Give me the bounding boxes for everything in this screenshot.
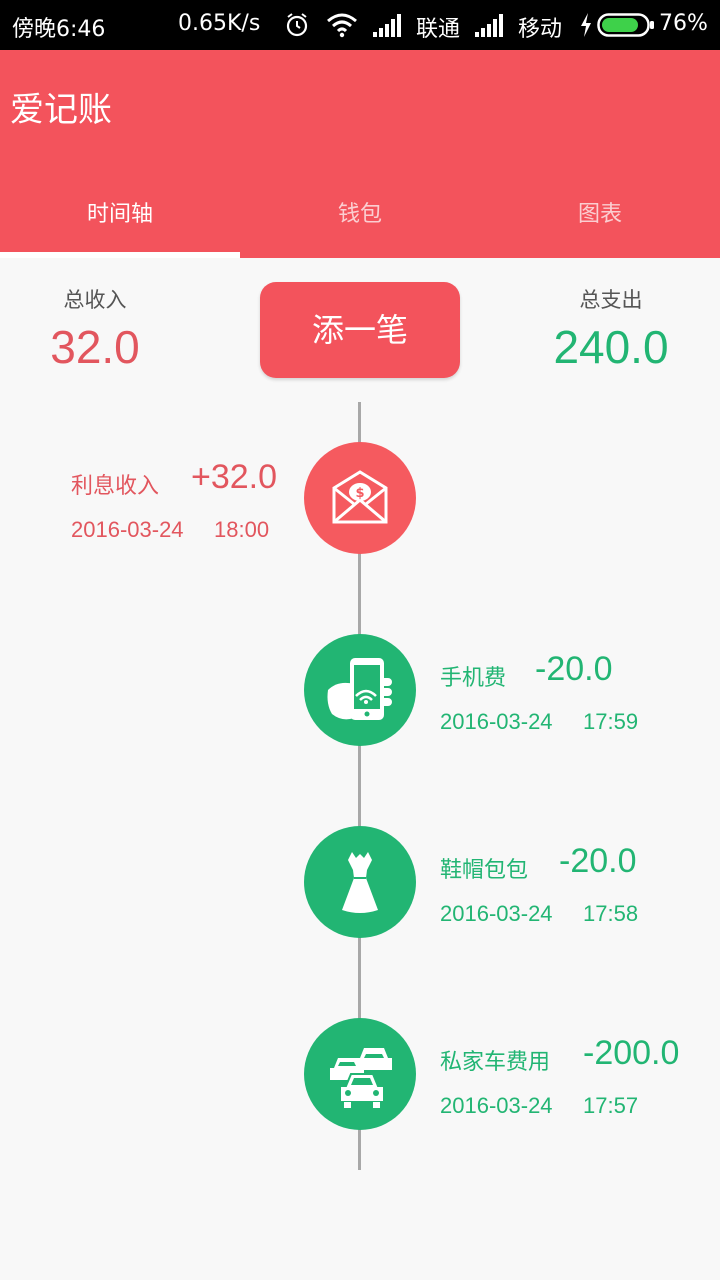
entry-amount: -200.0 (583, 1034, 680, 1072)
entry-icon-circle[interactable] (304, 1018, 416, 1130)
dress-icon (342, 852, 378, 913)
entry-date: 2016-03-24 (440, 709, 553, 734)
expense-value: 240.0 (553, 321, 669, 373)
entry-amount: -20.0 (535, 650, 613, 688)
signal-icon-2 (475, 14, 503, 37)
entry-icon-circle[interactable] (304, 826, 416, 938)
entry-amount: +32.0 (191, 458, 278, 496)
expense-label: 总支出 (579, 288, 643, 312)
cars-icon (330, 1048, 392, 1108)
entry-time: 17:59 (583, 709, 639, 734)
entry-category: 利息收入 (71, 474, 160, 499)
charging-icon (581, 13, 591, 37)
tab-chart[interactable]: 图表 (480, 196, 720, 228)
entry-date: 2016-03-24 (440, 1093, 553, 1118)
entry-time: 18:00 (214, 517, 270, 542)
svg-text:$: $ (355, 486, 364, 501)
income-value: 32.0 (50, 321, 140, 373)
app-title: 爱记账 (10, 90, 112, 130)
entry-icon-circle[interactable] (304, 634, 416, 746)
status-bar: 傍晚6:46 0.65K/s 联通 移动 76% (0, 0, 720, 50)
carrier-mobile: 移动 (518, 17, 563, 42)
phone-in-hand-icon (327, 658, 392, 720)
entry-date: 2016-03-24 (71, 517, 184, 542)
add-entry-button[interactable]: 添一笔 (260, 282, 460, 378)
alarm-icon (286, 13, 308, 37)
battery-icon (597, 13, 654, 37)
tab-wallet[interactable]: 钱包 (240, 196, 480, 228)
entry-category: 手机费 (440, 666, 507, 691)
entry-time: 17:57 (583, 1093, 639, 1118)
tab-timeline[interactable]: 时间轴 (0, 196, 240, 228)
carrier-unicom: 联通 (416, 17, 461, 42)
tab-indicator (0, 252, 240, 258)
money-envelope-icon: $ (332, 470, 388, 524)
entry-time: 17:58 (583, 901, 639, 926)
income-label: 总收入 (63, 288, 127, 312)
status-time: 傍晚6:46 (12, 17, 106, 42)
signal-icon (373, 14, 401, 37)
entry-category: 鞋帽包包 (440, 858, 529, 883)
entry-amount: -20.0 (559, 842, 637, 880)
battery-percent: 76% (659, 11, 708, 36)
entry-icon-circle[interactable]: $ (304, 442, 416, 554)
entry-category: 私家车费用 (440, 1050, 551, 1075)
network-speed: 0.65K/s (178, 11, 261, 36)
entry-date: 2016-03-24 (440, 901, 553, 926)
wifi-icon (327, 13, 357, 38)
